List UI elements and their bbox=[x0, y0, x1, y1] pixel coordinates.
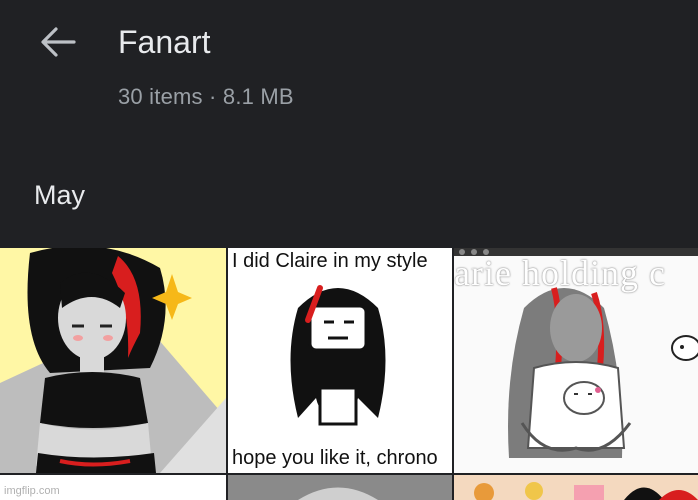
section-header-month: May bbox=[34, 180, 86, 210]
fanart-image bbox=[290, 285, 386, 426]
back-button[interactable] bbox=[36, 22, 80, 62]
photo-grid: I did Claire in my style hope you like i… bbox=[0, 248, 698, 500]
arrow-back-icon bbox=[41, 27, 76, 57]
watermark-text: imgflip.com bbox=[4, 485, 60, 497]
app-bar: Fanart 30 items · 8.1 MB May bbox=[0, 0, 698, 248]
fanart-image bbox=[454, 475, 698, 500]
photo-thumbnail[interactable] bbox=[0, 248, 226, 473]
fanart-image bbox=[0, 248, 226, 473]
photo-thumbnail[interactable] bbox=[228, 475, 452, 500]
fanart-image bbox=[298, 487, 378, 500]
photo-thumbnail[interactable]: I did Claire in my style hope you like i… bbox=[228, 248, 452, 473]
photo-thumbnail[interactable]: imgflip.com bbox=[0, 475, 226, 500]
photo-thumbnail[interactable]: arie holding c bbox=[454, 248, 698, 473]
photo-thumbnail[interactable] bbox=[454, 475, 698, 500]
album-subtitle: 30 items · 8.1 MB bbox=[118, 84, 294, 109]
image-overlay-text: arie holding c bbox=[454, 253, 666, 293]
album-title: Fanart bbox=[118, 24, 211, 60]
image-caption-bottom: hope you like it, chrono bbox=[232, 447, 438, 469]
